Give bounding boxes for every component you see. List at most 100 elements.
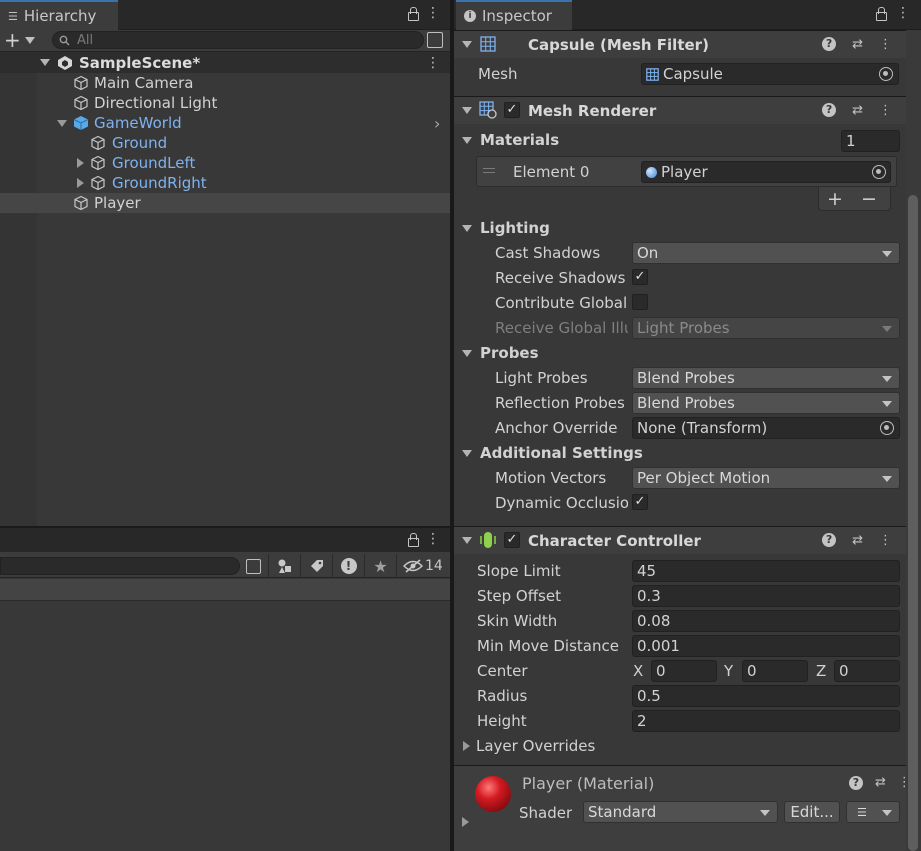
list-add-button[interactable]: + <box>827 188 843 210</box>
character-controller-header[interactable]: ✓ Character Controller ? ⇄ ⋮ <box>454 526 906 554</box>
lock-icon[interactable] <box>876 7 887 21</box>
material-foldout-arrow-icon[interactable] <box>462 813 469 831</box>
materials-foldout[interactable]: Materials <box>462 131 559 149</box>
create-button[interactable]: + <box>4 30 38 50</box>
mesh-field[interactable]: Capsule <box>641 63 899 85</box>
receive-shadows-checkbox[interactable]: ✓ <box>632 269 648 285</box>
list-remove-button[interactable]: − <box>861 188 877 210</box>
object-picker-icon[interactable] <box>879 67 893 81</box>
probes-foldout[interactable]: Probes <box>462 344 539 362</box>
mesh-filter-header[interactable]: Capsule (Mesh Filter) ? ⇄ ⋮ <box>454 30 906 58</box>
search-mode-icon[interactable] <box>246 559 261 574</box>
component-menu-icon[interactable]: ⋮ <box>879 37 892 52</box>
component-menu-icon[interactable]: ⋮ <box>879 533 892 548</box>
component-menu-icon[interactable]: ⋮ <box>879 103 892 118</box>
foldout-arrow-icon <box>462 349 472 357</box>
reflection-probes-dropdown[interactable]: Blend Probes <box>632 392 900 414</box>
panel-divider[interactable] <box>450 0 454 851</box>
list-item[interactable]: Directional Light <box>0 93 450 113</box>
object-picker-icon[interactable] <box>880 421 894 435</box>
mesh-value: Capsule <box>663 65 723 83</box>
presets-icon[interactable]: ⇄ <box>875 775 886 790</box>
expand-arrow-icon[interactable] <box>40 59 50 66</box>
lock-icon[interactable] <box>408 533 419 547</box>
foldout-arrow-icon[interactable] <box>462 41 472 48</box>
more-menu-icon[interactable]: ⋮ <box>426 531 440 547</box>
scene-row[interactable]: SampleScene* ⋮ <box>0 52 450 73</box>
help-icon[interactable]: ? <box>822 37 837 51</box>
more-menu-icon[interactable]: ⋮ <box>426 5 440 21</box>
presets-icon[interactable]: ⇄ <box>852 103 863 118</box>
favorites-star-icon[interactable]: ★ <box>364 554 396 578</box>
project-search-input[interactable] <box>0 557 240 575</box>
center-x-value: 0 <box>656 662 666 680</box>
help-icon[interactable]: ? <box>849 775 863 790</box>
list-item[interactable]: Main Camera <box>0 73 450 93</box>
filter-label-icon[interactable] <box>300 554 332 578</box>
shader-edit-button[interactable]: Edit... <box>784 801 840 823</box>
lighting-foldout[interactable]: Lighting <box>462 219 550 237</box>
foldout-arrow-icon[interactable] <box>462 107 472 114</box>
component-menu-icon[interactable]: ⋮ <box>898 775 911 790</box>
list-item[interactable]: GroundRight <box>0 173 450 193</box>
foldout-arrow-icon[interactable] <box>462 537 472 544</box>
list-item-selected[interactable]: Player <box>0 193 450 213</box>
character-controller-enabled-checkbox[interactable]: ✓ <box>504 532 520 548</box>
filter-log-icon[interactable]: ! <box>332 554 364 578</box>
tab-hierarchy[interactable]: ☰ Hierarchy <box>0 0 118 30</box>
list-item[interactable]: GroundLeft <box>0 153 450 173</box>
light-probes-dropdown[interactable]: Blend Probes <box>632 367 900 389</box>
reflection-probes-label: Reflection Probes <box>495 394 625 412</box>
drag-handle-icon[interactable] <box>483 168 495 173</box>
skin-width-value: 0.08 <box>637 612 671 630</box>
additional-settings-foldout[interactable]: Additional Settings <box>462 444 643 462</box>
center-y-field[interactable]: 0 <box>742 660 808 682</box>
step-offset-field[interactable]: 0.3 <box>632 585 900 607</box>
presets-icon[interactable]: ⇄ <box>852 37 863 52</box>
contribute-gi-checkbox[interactable] <box>632 294 648 310</box>
cast-shadows-dropdown[interactable]: On <box>632 242 900 264</box>
min-move-distance-field[interactable]: 0.001 <box>632 635 900 657</box>
character-controller-icon <box>480 532 496 548</box>
center-x-field[interactable]: 0 <box>651 660 717 682</box>
tab-inspector[interactable]: i Inspector <box>456 0 572 30</box>
object-picker-icon[interactable] <box>872 165 886 179</box>
expand-arrow-icon[interactable] <box>57 119 67 127</box>
mesh-renderer-header[interactable]: ✓ Mesh Renderer ? ⇄ ⋮ <box>454 96 906 124</box>
radius-field[interactable]: 0.5 <box>632 685 900 707</box>
expand-arrow-icon[interactable] <box>77 158 84 168</box>
search-mode-icon[interactable] <box>427 32 443 48</box>
list-icon: ☰ <box>857 805 867 819</box>
filter-type-icon[interactable] <box>268 554 300 578</box>
skin-width-field[interactable]: 0.08 <box>632 610 900 632</box>
element-field[interactable]: Player <box>641 161 891 183</box>
search-field[interactable]: All <box>52 31 424 49</box>
anchor-override-field[interactable]: None (Transform) <box>632 417 900 439</box>
help-icon[interactable]: ? <box>822 103 837 117</box>
materials-count-field[interactable]: 1 <box>841 130 900 152</box>
dropdown-arrow-icon <box>882 376 892 382</box>
hidden-packages-button[interactable]: 14 <box>396 554 450 578</box>
more-menu-icon[interactable]: ⋮ <box>896 5 910 21</box>
list-icon: ☰ <box>8 9 18 23</box>
lock-icon[interactable] <box>408 7 419 21</box>
help-icon[interactable]: ? <box>822 533 837 547</box>
expand-arrow-icon[interactable] <box>77 178 84 188</box>
slope-limit-field[interactable]: 45 <box>632 560 900 582</box>
mesh-renderer-enabled-checkbox[interactable]: ✓ <box>504 102 520 118</box>
gameobject-cube-icon <box>74 95 88 111</box>
dynamic-occlusion-checkbox[interactable]: ✓ <box>632 494 648 510</box>
chevron-right-icon[interactable]: › <box>434 114 440 133</box>
center-z-field[interactable]: 0 <box>834 660 900 682</box>
layer-overrides-foldout[interactable]: Layer Overrides <box>463 737 595 755</box>
scrollbar-thumb[interactable] <box>908 195 918 851</box>
scene-menu-icon[interactable]: ⋮ <box>426 55 440 71</box>
list-item[interactable]: Ground <box>0 133 450 153</box>
height-field[interactable]: 2 <box>632 710 900 732</box>
min-move-distance-label: Min Move Distance <box>477 637 619 655</box>
list-item[interactable]: GameWorld › <box>0 113 450 133</box>
shader-options-dropdown[interactable]: ☰ <box>846 801 900 823</box>
presets-icon[interactable]: ⇄ <box>852 533 863 548</box>
motion-vectors-dropdown[interactable]: Per Object Motion <box>632 467 900 489</box>
shader-dropdown[interactable]: Standard <box>583 801 778 823</box>
